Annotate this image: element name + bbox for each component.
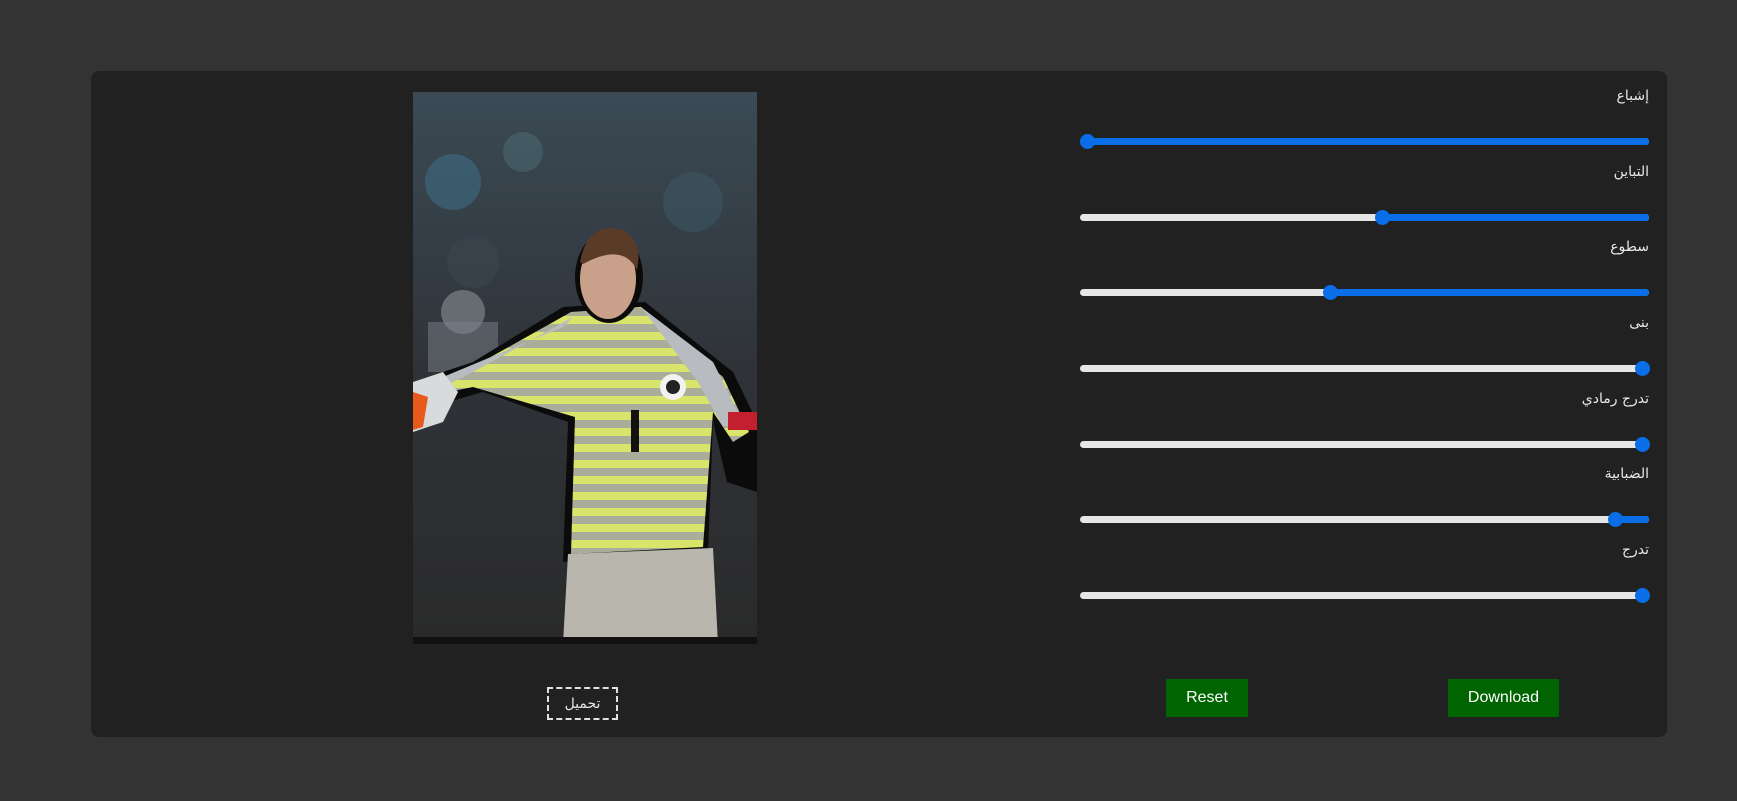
slider-track-contrast[interactable] — [1080, 210, 1649, 225]
slider-track-grayscale[interactable] — [1080, 437, 1650, 452]
editor-panel: تحميل إشباع التباين سطوع بنى تدرج رمادي الضبا… — [91, 71, 1667, 737]
slider-thumb-blur[interactable] — [1607, 512, 1623, 527]
slider-thumb-brightness[interactable] — [1323, 285, 1339, 300]
slider-fill-brightness — [1330, 289, 1649, 296]
preview-image — [413, 92, 757, 644]
slider-thumb-sepia[interactable] — [1635, 361, 1650, 376]
slider-label-contrast: التباين — [1613, 164, 1649, 180]
slider-fill-saturation — [1080, 138, 1649, 145]
slider-track-brightness[interactable] — [1080, 285, 1649, 300]
download-button[interactable]: Download — [1448, 679, 1559, 717]
slider-track-blur[interactable] — [1080, 512, 1649, 527]
slider-track-hue[interactable] — [1080, 588, 1650, 603]
slider-track-saturation[interactable] — [1080, 134, 1649, 149]
slider-label-hue: تدرج — [1621, 542, 1649, 558]
slider-label-sepia: بنى — [1629, 315, 1649, 331]
reset-button[interactable]: Reset — [1166, 679, 1248, 717]
slider-thumb-hue[interactable] — [1635, 588, 1650, 603]
slider-fill-contrast — [1381, 214, 1649, 221]
upload-button[interactable]: تحميل — [547, 687, 618, 720]
slider-label-saturation: إشباع — [1616, 88, 1649, 104]
slider-label-brightness: سطوع — [1610, 239, 1649, 255]
slider-thumb-contrast[interactable] — [1374, 210, 1390, 225]
slider-track-sepia[interactable] — [1080, 361, 1650, 376]
slider-label-grayscale: تدرج رمادي — [1581, 391, 1649, 407]
upload-button-label: تحميل — [564, 695, 601, 712]
slider-thumb-saturation[interactable] — [1080, 134, 1095, 149]
slider-thumb-grayscale[interactable] — [1635, 437, 1650, 452]
slider-label-blur: الضبابية — [1604, 466, 1649, 482]
